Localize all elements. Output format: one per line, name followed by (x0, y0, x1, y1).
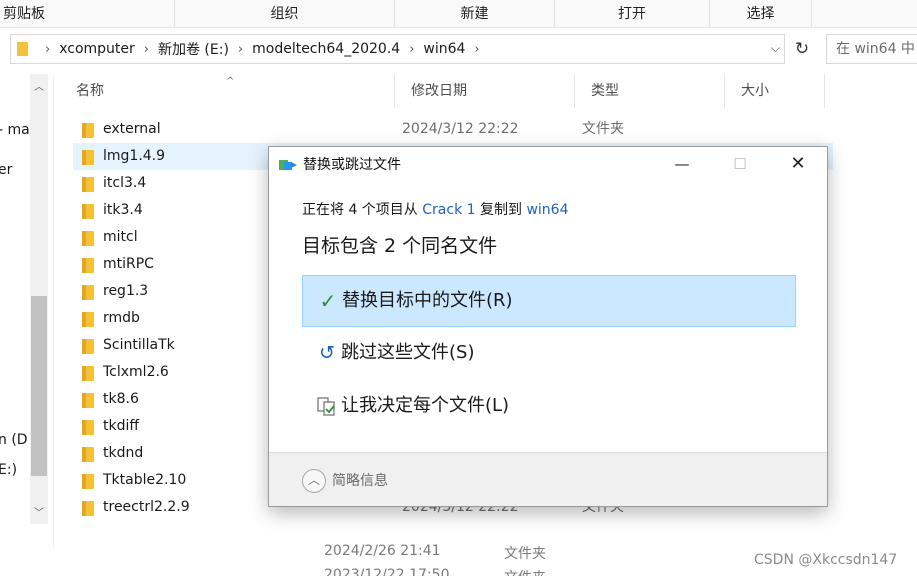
chevron-right-icon: › (474, 41, 480, 57)
file-date: 2023/12/22 17:50 (324, 567, 450, 576)
folder-icon (82, 312, 94, 327)
breadcrumb-win64[interactable]: win64 (423, 41, 465, 57)
file-name: mtiRPC (103, 256, 154, 272)
ribbon-group-open[interactable]: 打开 (555, 0, 710, 28)
replace-files-option[interactable]: ✓ 替换目标中的文件(R) (302, 275, 796, 327)
folder-icon (82, 123, 94, 138)
skip-files-option[interactable]: ↺ 跳过这些文件(S) (302, 328, 796, 380)
folder-icon (82, 447, 94, 462)
file-name: Tktable2.10 (103, 472, 187, 488)
file-name: mitcl (103, 229, 138, 245)
folder-icon (82, 393, 94, 408)
copy-prefix-text: 正在将 4 个项目从 (302, 202, 423, 218)
file-name: rmdb (103, 310, 140, 326)
decide-each-file-option[interactable]: 让我决定每个文件(L) (302, 381, 796, 433)
column-type[interactable]: 类型 (575, 74, 725, 108)
ribbon-groups: 剪贴板 组织 新建 打开 选择 (0, 0, 917, 28)
file-compare-icon (317, 397, 335, 416)
file-type: 文件夹 (504, 546, 546, 562)
option-label: 跳过这些文件(S) (341, 342, 475, 363)
chevron-right-icon: › (143, 41, 149, 57)
nav-item[interactable]: er (0, 162, 12, 178)
replace-or-skip-dialog: 替换或跳过文件 — ☐ ✕ 正在将 4 个项目从 Crack 1 复制到 win… (268, 146, 828, 507)
folder-icon (82, 204, 94, 219)
dialog-footer: ︿ 简略信息 (269, 452, 827, 506)
file-name: itk3.4 (103, 202, 143, 218)
option-label: 替换目标中的文件(R) (342, 290, 513, 311)
file-name: ScintillaTk (103, 337, 175, 353)
file-name: treectrl2.2.9 (103, 499, 190, 515)
folder-icon (82, 285, 94, 300)
file-type: 文件夹 (582, 121, 624, 137)
file-type: 文件夹 (504, 567, 546, 576)
folder-icon (82, 258, 94, 273)
folder-icon (82, 150, 94, 165)
source-folder-link[interactable]: Crack 1 (422, 202, 475, 218)
search-input[interactable]: 在 win64 中 (826, 34, 917, 64)
chevron-down-icon[interactable]: ⌵ (771, 41, 780, 56)
ribbon-group-select[interactable]: 选择 (710, 0, 812, 28)
folder-icon (82, 231, 94, 246)
maximize-icon: ☐ (733, 155, 747, 173)
file-name: external (103, 121, 161, 137)
column-size[interactable]: 大小 (725, 74, 825, 108)
breadcrumb-modeltech[interactable]: modeltech64_2020.4 (252, 41, 400, 57)
chevron-right-icon: › (237, 41, 244, 57)
folder-icon (82, 177, 94, 192)
file-name: lmg1.4.9 (103, 148, 166, 164)
file-name: itcl3.4 (103, 175, 147, 191)
folder-icon (82, 366, 94, 381)
skip-arrow-icon: ↺ (319, 342, 335, 364)
breadcrumb-computer[interactable]: xcomputer (59, 41, 135, 57)
watermark: CSDN @Xkccsdn147 (754, 552, 898, 568)
option-label: 让我决定每个文件(L) (341, 395, 510, 416)
file-date: 2024/3/12 22:22 (402, 121, 519, 137)
chevron-right-icon: › (45, 41, 51, 57)
file-name: tkdnd (103, 445, 144, 461)
sort-ascending-icon: ^ (226, 76, 235, 87)
file-name: tkdiff (103, 418, 140, 434)
nav-item[interactable]: E:) (0, 462, 17, 478)
column-headers: 名称 修改日期 类型 大小 (60, 74, 825, 108)
copy-middle-text: 复制到 (475, 202, 527, 218)
list-item[interactable]: external 2024/3/12 22:22 文件夹 (73, 116, 833, 143)
folder-icon (82, 339, 94, 354)
file-name: reg1.3 (103, 283, 149, 299)
ribbon-group-new[interactable]: 新建 (395, 0, 555, 28)
scrollbar-thumb[interactable] (31, 296, 47, 476)
nav-item[interactable]: n (D (0, 432, 28, 448)
conflict-headline: 目标包含 2 个同名文件 (302, 235, 498, 257)
destination-folder-link[interactable]: win64 (526, 202, 568, 218)
file-date: 2024/2/26 21:41 (324, 543, 441, 559)
scroll-down-icon[interactable]: ﹀ (30, 504, 48, 519)
address-bar[interactable]: › xcomputer › 新加卷 (E:) › modeltech64_202… (10, 34, 785, 64)
nav-scrollbar[interactable]: ︿ ﹀ (30, 74, 48, 524)
dialog-title: 替换或跳过文件 (303, 157, 401, 173)
file-name: tk8.6 (103, 391, 139, 407)
close-icon[interactable]: ✕ (769, 147, 827, 181)
nav-item[interactable]: - ma (0, 122, 30, 138)
chevron-up-icon[interactable]: ︿ (302, 469, 326, 493)
folder-icon (82, 501, 94, 516)
chevron-right-icon: › (409, 41, 415, 57)
folder-icon (82, 420, 94, 435)
folder-icon (82, 474, 94, 489)
scroll-up-icon[interactable]: ︿ (30, 78, 48, 93)
dialog-titlebar: 替换或跳过文件 — ☐ ✕ (269, 147, 827, 181)
folder-icon (17, 42, 28, 56)
minimize-icon[interactable]: — (653, 147, 711, 181)
ribbon-group-clipboard[interactable]: 剪贴板 (0, 0, 175, 28)
copy-description: 正在将 4 个项目从 Crack 1 复制到 win64 (302, 199, 568, 219)
check-icon: ✓ (319, 289, 337, 313)
column-modified[interactable]: 修改日期 (395, 74, 575, 108)
ribbon-group-organize[interactable]: 组织 (175, 0, 395, 28)
refresh-icon[interactable]: ↻ (789, 34, 815, 64)
breadcrumb-drive[interactable]: 新加卷 (E:) (158, 39, 229, 59)
fewer-details-link[interactable]: 简略信息 (332, 453, 388, 509)
copy-files-icon (279, 160, 297, 170)
file-name: Tclxml2.6 (103, 364, 169, 380)
